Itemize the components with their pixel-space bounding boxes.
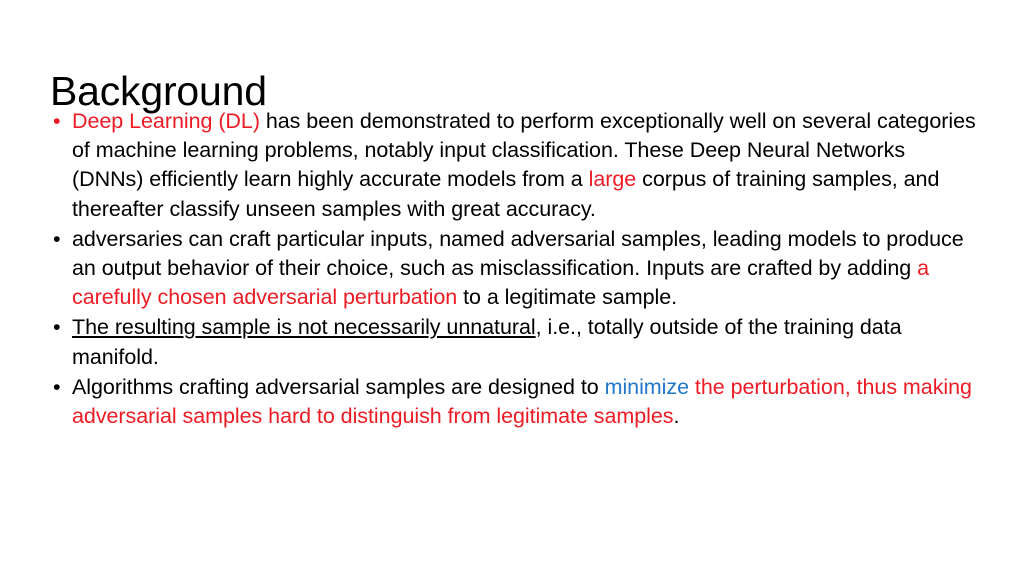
text-run: Deep Learning (DL)	[72, 109, 260, 133]
bullet-item: • adversaries can craft particular inputs…	[52, 225, 982, 313]
bullet-item: • Deep Learning (DL) has been demonstrate…	[52, 107, 982, 224]
bullet-marker-icon: •	[53, 109, 61, 133]
bullet-item: • Algorithms crafting adversarial samples…	[52, 373, 982, 431]
bullet-list: • Deep Learning (DL) has been demonstrate…	[52, 107, 982, 432]
bullet-marker-icon: •	[53, 315, 61, 340]
text-run: large	[588, 167, 637, 192]
text-run: The resulting sample is not necessarily …	[72, 315, 536, 340]
bullet-marker-icon: •	[53, 226, 61, 251]
text-run: minimize	[604, 374, 689, 399]
slide-canvas: Background • Deep Learning (DL) has been …	[0, 0, 1024, 576]
text-run: adversaries can craft particular inputs,…	[72, 226, 964, 281]
bullet-marker-icon: •	[53, 374, 61, 399]
text-run: to a legitimate sample.	[457, 285, 678, 310]
text-run: .	[673, 404, 680, 429]
bullet-item: • The resulting sample is not necessarily…	[52, 313, 982, 371]
text-run: Algorithms crafting adversarial samples …	[72, 374, 605, 399]
